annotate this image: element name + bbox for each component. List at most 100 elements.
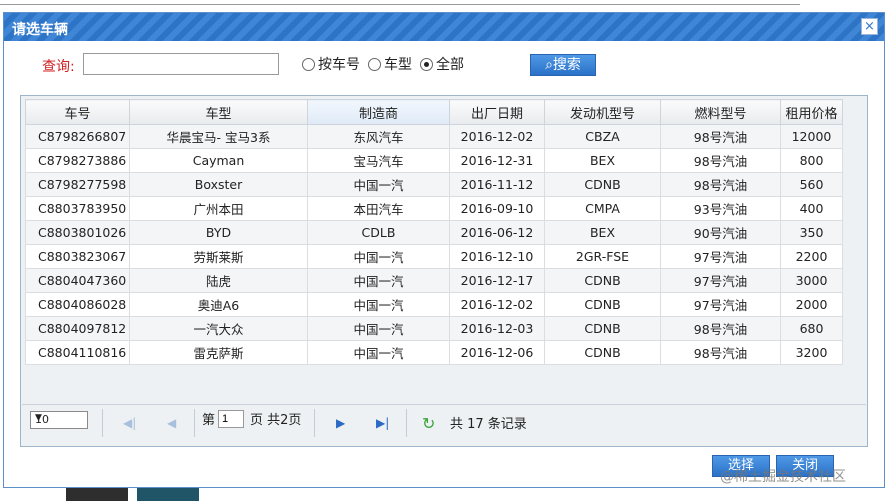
table-cell: BYD (129, 220, 308, 245)
table-cell: Cayman (129, 148, 308, 173)
column-header[interactable]: 燃料型号 (660, 99, 781, 125)
table-row[interactable]: C8804110816 雷克萨斯 中国一汽 2016-12-06 CDNB 98号汽油 32… (25, 340, 843, 365)
table-cell: CBZA (544, 124, 661, 149)
select-vehicle-dialog: 请选车辆 × 查询: 按车号 车型 全部 ⌕搜索 车号 车型 制造商 出厂日期 发动机型… (3, 12, 885, 488)
first-page-icon[interactable]: ◀​| (123, 416, 136, 430)
pager-separator (194, 409, 195, 437)
radio-by-model[interactable]: 车型 (368, 54, 412, 74)
table-cell: 2016-12-06 (449, 340, 545, 365)
table-cell: 中国一汽 (307, 244, 450, 269)
table-cell: CDLB (307, 220, 450, 245)
table-cell: C8798277598 (25, 172, 130, 197)
table-cell: 2016-09-10 (449, 196, 545, 221)
table-cell: 98号汽油 (660, 316, 781, 341)
table-row[interactable]: C8804086028 奥迪A6 中国一汽 2016-12-02 CDNB 97号汽油 20… (25, 292, 843, 317)
table-cell: 东风汽车 (307, 124, 450, 149)
table-header-row: 车号 车型 制造商 出厂日期 发动机型号 燃料型号 租用价格 (25, 99, 843, 125)
table-cell: 98号汽油 (660, 172, 781, 197)
last-page-icon[interactable]: ▶| (376, 416, 389, 430)
radio-by-plate[interactable]: 按车号 (302, 54, 360, 74)
table-cell: 3200 (780, 340, 843, 365)
table-cell: 90号汽油 (660, 220, 781, 245)
pagination-bar: 10 ▼ ◀​| ◀ 第 页 共2页 ▶ ▶| ↻ 共 17 条记录 (22, 404, 866, 445)
table-cell: 中国一汽 (307, 292, 450, 317)
table-cell: 560 (780, 172, 843, 197)
page-size-select[interactable]: 10 ▼ (30, 411, 88, 429)
dialog-titlebar: 请选车辆 × (4, 13, 884, 41)
dialog-title: 请选车辆 (12, 22, 68, 38)
table-cell: 陆虎 (129, 268, 308, 293)
table-cell: Boxster (129, 172, 308, 197)
vehicle-grid-panel: 车号 车型 制造商 出厂日期 发动机型号 燃料型号 租用价格 C8798266807 华晨宝马… (20, 95, 868, 447)
refresh-icon[interactable]: ↻ (422, 414, 435, 433)
radio-by-plate-label: 按车号 (318, 57, 360, 73)
radio-by-plate-circle[interactable] (302, 57, 315, 71)
table-cell: 3000 (780, 268, 843, 293)
column-header[interactable]: 制造商 (307, 99, 450, 125)
table-cell: 93号汽油 (660, 196, 781, 221)
table-cell: C8804097812 (25, 316, 130, 341)
table-row[interactable]: C8798277598 Boxster 中国一汽 2016-11-12 CDNB 98号汽… (25, 172, 843, 197)
column-header[interactable]: 租用价格 (780, 99, 843, 125)
table-cell: 350 (780, 220, 843, 245)
table-cell: C8798273886 (25, 148, 130, 173)
table-cell: CDNB (544, 316, 661, 341)
table-cell: C8804110816 (25, 340, 130, 365)
table-cell: 本田汽车 (307, 196, 450, 221)
column-header[interactable]: 出厂日期 (449, 99, 545, 125)
vehicle-table: 车号 车型 制造商 出厂日期 发动机型号 燃料型号 租用价格 C8798266807 华晨宝马… (25, 99, 843, 365)
table-cell: 400 (780, 196, 843, 221)
table-cell: BEX (544, 220, 661, 245)
table-cell: 97号汽油 (660, 292, 781, 317)
table-cell: 2016-11-12 (449, 172, 545, 197)
table-row[interactable]: C8803783950 广州本田 本田汽车 2016-09-10 CMPA 93号汽油 40… (25, 196, 843, 221)
table-cell: 2016-12-31 (449, 148, 545, 173)
table-cell: 中国一汽 (307, 172, 450, 197)
table-cell: 98号汽油 (660, 340, 781, 365)
table-cell: C8803801026 (25, 220, 130, 245)
table-cell: CDNB (544, 172, 661, 197)
table-cell: CDNB (544, 340, 661, 365)
close-button[interactable]: × (861, 18, 878, 35)
table-row[interactable]: C8804047360 陆虎 中国一汽 2016-12-17 CDNB 97号汽油 3000 (25, 268, 843, 293)
table-cell: 98号汽油 (660, 124, 781, 149)
table-cell: C8798266807 (25, 124, 130, 149)
radio-all-label: 全部 (436, 57, 464, 73)
search-mode-radio-group: 按车号 车型 全部 (302, 54, 472, 74)
table-row[interactable]: C8804097812 一汽大众 中国一汽 2016-12-03 CDNB 98号汽油 68… (25, 316, 843, 341)
radio-all[interactable]: 全部 (420, 54, 464, 74)
table-row[interactable]: C8798266807 华晨宝马- 宝马3系 东风汽车 2016-12-02 CBZA 9… (25, 124, 843, 149)
radio-by-model-circle[interactable] (368, 57, 381, 71)
table-cell: 2016-12-02 (449, 292, 545, 317)
prev-page-icon[interactable]: ◀ (167, 416, 176, 430)
table-cell: 奥迪A6 (129, 292, 308, 317)
current-page-input[interactable] (218, 410, 244, 428)
query-input[interactable] (83, 53, 279, 75)
page-suffix: 页 共2页 (250, 413, 302, 428)
table-body: C8798266807 华晨宝马- 宝马3系 东风汽车 2016-12-02 CBZA 9… (25, 124, 843, 365)
search-button-label: 搜索 (552, 57, 581, 73)
radio-by-model-label: 车型 (384, 57, 412, 73)
table-row[interactable]: C8803801026 BYD CDLB 2016-06-12 BEX 90号汽油 350 (25, 220, 843, 245)
table-cell: 广州本田 (129, 196, 308, 221)
query-label: 查询: (42, 59, 75, 75)
table-row[interactable]: C8803823067 劳斯莱斯 中国一汽 2016-12-10 2GR-FSE 97号汽… (25, 244, 843, 269)
column-header[interactable]: 车型 (129, 99, 308, 125)
table-row[interactable]: C8798273886 Cayman 宝马汽车 2016-12-31 BEX 98号汽油 8… (25, 148, 843, 173)
column-header[interactable]: 车号 (25, 99, 130, 125)
table-cell: 中国一汽 (307, 268, 450, 293)
radio-all-circle[interactable] (420, 57, 433, 71)
column-header[interactable]: 发动机型号 (544, 99, 661, 125)
table-cell: 97号汽油 (660, 244, 781, 269)
next-page-icon[interactable]: ▶ (336, 416, 345, 430)
table-cell: C8803783950 (25, 196, 130, 221)
table-cell: 680 (780, 316, 843, 341)
table-cell: 98号汽油 (660, 148, 781, 173)
pager-separator (102, 409, 103, 437)
table-cell: 2000 (780, 292, 843, 317)
table-cell: CMPA (544, 196, 661, 221)
table-cell: 宝马汽车 (307, 148, 450, 173)
page-prefix: 第 (202, 413, 216, 428)
search-button[interactable]: ⌕搜索 (530, 54, 596, 76)
background-button-right (137, 486, 199, 501)
